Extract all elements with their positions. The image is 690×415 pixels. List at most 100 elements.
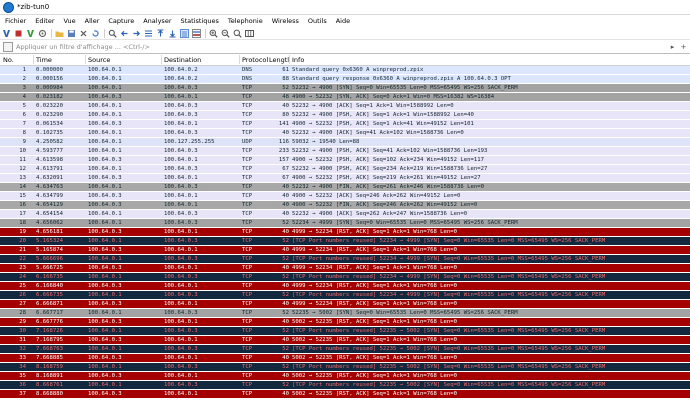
apply-filter-arrow-icon[interactable]: ▸ bbox=[668, 43, 677, 52]
menu-capture[interactable]: Capture bbox=[103, 17, 138, 25]
packet-info: 52232 → 4900 [PSH, ACK] Seq=1 Ack=1 Win=… bbox=[292, 112, 474, 118]
packet-row[interactable]: 20 5.165324 100.64.0.1 100.64.0.3 TCP 52 [TCP … bbox=[0, 237, 690, 245]
packet-row[interactable]: 18 4.656062 100.64.0.1 100.64.0.3 TCP 52 52234… bbox=[0, 219, 690, 227]
open-file-icon[interactable] bbox=[55, 29, 64, 38]
capture-options-icon[interactable] bbox=[38, 29, 47, 38]
packet-row[interactable]: 6 0.023290 100.64.0.1 100.64.0.3 TCP 80 52232 … bbox=[0, 111, 690, 119]
column-header-length[interactable]: Lengtl bbox=[269, 56, 289, 64]
packet-source: 100.64.0.3 bbox=[88, 229, 122, 235]
stop-capture-icon[interactable] bbox=[14, 29, 23, 38]
menu-wireless[interactable]: Wireless bbox=[267, 17, 303, 25]
save-file-icon[interactable] bbox=[67, 29, 76, 38]
menu-outils[interactable]: Outils bbox=[303, 17, 331, 25]
packet-row[interactable]: 21 5.165874 100.64.0.3 100.64.0.1 TCP 40 4999 … bbox=[0, 246, 690, 254]
menu-aller[interactable]: Aller bbox=[80, 17, 104, 25]
packet-row[interactable]: 36 8.668761 100.64.0.1 100.64.0.3 TCP 52 [TCP … bbox=[0, 381, 690, 389]
add-filter-button-icon[interactable]: + bbox=[679, 43, 688, 52]
packet-row[interactable]: 30 7.168726 100.64.0.1 100.64.0.3 TCP 52 [TCP … bbox=[0, 327, 690, 335]
colorize-icon[interactable] bbox=[192, 29, 201, 38]
packet-row[interactable]: 32 7.668763 100.64.0.1 100.64.0.3 TCP 52 [TCP … bbox=[0, 345, 690, 353]
packet-row[interactable]: 37 8.668880 100.64.0.3 100.64.0.1 TCP 40 5002 … bbox=[0, 390, 690, 398]
menu-fichier[interactable]: Fichier bbox=[0, 17, 30, 25]
packet-row[interactable]: 1 0.000000 100.64.0.1 100.64.0.2 DNS 61 Standa… bbox=[0, 66, 690, 74]
packet-time: 4.593777 bbox=[36, 148, 63, 154]
packet-row[interactable]: 10 4.593777 100.64.0.1 100.64.0.3 TCP 233 5223… bbox=[0, 147, 690, 155]
find-packet-icon[interactable] bbox=[108, 29, 117, 38]
packet-row[interactable]: 13 4.632091 100.64.0.3 100.64.0.1 TCP 67 4900 … bbox=[0, 174, 690, 182]
packet-row[interactable]: 16 4.654129 100.64.0.3 100.64.0.1 TCP 40 4900 … bbox=[0, 201, 690, 209]
packet-row[interactable]: 26 6.666735 100.64.0.1 100.64.0.3 TCP 52 [TCP … bbox=[0, 291, 690, 299]
packet-length: 141 bbox=[278, 121, 289, 127]
packet-row[interactable]: 4 0.023182 100.64.0.3 100.64.0.1 TCP 48 4900 →… bbox=[0, 93, 690, 101]
resize-columns-icon[interactable] bbox=[245, 29, 254, 38]
packet-info: [TCP Port numbers reused] 52234 → 4999 [… bbox=[292, 274, 606, 280]
start-capture-icon[interactable] bbox=[2, 29, 11, 38]
packet-row[interactable]: 7 0.061534 100.64.0.3 100.64.0.1 TCP 141 4900 … bbox=[0, 120, 690, 128]
go-forward-icon[interactable] bbox=[132, 29, 141, 38]
column-header-no[interactable]: No. bbox=[3, 56, 14, 64]
packet-row[interactable]: 25 6.166840 100.64.0.3 100.64.0.1 TCP 40 4999 … bbox=[0, 282, 690, 290]
column-header-protocol[interactable]: Protocol bbox=[242, 56, 268, 64]
packet-row[interactable]: 23 5.666725 100.64.0.3 100.64.0.1 TCP 40 4999 … bbox=[0, 264, 690, 272]
restart-capture-icon[interactable] bbox=[26, 29, 35, 38]
packet-source: 100.64.0.1 bbox=[88, 184, 122, 190]
first-packet-icon[interactable] bbox=[156, 29, 165, 38]
packet-row[interactable]: 35 8.168891 100.64.0.3 100.64.0.1 TCP 40 5002 … bbox=[0, 372, 690, 380]
packet-time: 7.168726 bbox=[36, 328, 63, 334]
packet-row[interactable]: 17 4.654154 100.64.0.1 100.64.0.3 TCP 40 52232… bbox=[0, 210, 690, 218]
packet-destination: 100.64.0.3 bbox=[164, 292, 198, 298]
packet-row[interactable]: 11 4.613598 100.64.0.3 100.64.0.1 TCP 157 4900… bbox=[0, 156, 690, 164]
column-header-time[interactable]: Time bbox=[36, 56, 52, 64]
column-divider[interactable] bbox=[85, 55, 86, 64]
display-filter-input[interactable] bbox=[13, 42, 668, 52]
packet-row[interactable]: 2 0.000156 100.64.0.1 100.64.0.2 DNS 88 Standa… bbox=[0, 75, 690, 83]
menu-analyser[interactable]: Analyser bbox=[138, 17, 175, 25]
column-header-info[interactable]: Info bbox=[292, 56, 304, 64]
go-back-icon[interactable] bbox=[120, 29, 129, 38]
menu-editer[interactable]: Editer bbox=[30, 17, 58, 25]
column-header-destination[interactable]: Destination bbox=[164, 56, 201, 64]
zoom-out-icon[interactable] bbox=[221, 29, 230, 38]
packet-row[interactable]: 24 6.166735 100.64.0.1 100.64.0.3 TCP 52 [TCP … bbox=[0, 273, 690, 281]
packet-row[interactable]: 9 4.250582 100.64.0.1 100.127.255.255 UDP 116… bbox=[0, 138, 690, 146]
column-divider[interactable] bbox=[289, 55, 290, 64]
packet-length: 40 bbox=[282, 184, 289, 190]
packet-destination: 100.64.0.2 bbox=[164, 76, 198, 82]
last-packet-icon[interactable] bbox=[168, 29, 177, 38]
menu-vue[interactable]: Vue bbox=[59, 17, 80, 25]
packet-row[interactable]: 8 0.102735 100.64.0.1 100.64.0.3 TCP 40 52232 … bbox=[0, 129, 690, 137]
packet-row[interactable]: 14 4.634763 100.64.0.1 100.64.0.3 TCP 40 52232… bbox=[0, 183, 690, 191]
close-file-icon[interactable] bbox=[79, 29, 88, 38]
packet-row[interactable]: 28 6.667717 100.64.0.1 100.64.0.3 TCP 52 52235… bbox=[0, 309, 690, 317]
menu-aide[interactable]: Aide bbox=[331, 17, 354, 25]
packet-row[interactable]: 22 5.666696 100.64.0.1 100.64.0.3 TCP 52 [TCP … bbox=[0, 255, 690, 263]
column-divider[interactable] bbox=[239, 55, 240, 64]
bookmark-icon[interactable] bbox=[3, 42, 13, 52]
packet-row[interactable]: 27 6.666871 100.64.0.3 100.64.0.1 TCP 40 4999 … bbox=[0, 300, 690, 308]
menu-telephonie[interactable]: Telephonie bbox=[223, 17, 267, 25]
menu-statistiques[interactable]: Statistiques bbox=[176, 17, 223, 25]
packet-info: 4999 → 52234 [RST, ACK] Seq=1 Ack=1 Win=… bbox=[292, 283, 458, 289]
packet-list[interactable]: 1 0.000000 100.64.0.1 100.64.0.2 DNS 61 Standa… bbox=[0, 66, 690, 415]
packet-row[interactable]: 33 7.668885 100.64.0.3 100.64.0.1 TCP 40 5002 … bbox=[0, 354, 690, 362]
packet-time: 5.165324 bbox=[36, 238, 63, 244]
packet-row[interactable]: 12 4.613791 100.64.0.1 100.64.0.3 TCP 67 52232… bbox=[0, 165, 690, 173]
column-divider[interactable] bbox=[33, 55, 34, 64]
packet-source: 100.64.0.1 bbox=[88, 382, 122, 388]
packet-source: 100.64.0.3 bbox=[88, 337, 122, 343]
packet-row[interactable]: 34 8.168759 100.64.0.1 100.64.0.3 TCP 52 [TCP … bbox=[0, 363, 690, 371]
packet-row[interactable]: 15 4.634799 100.64.0.3 100.64.0.1 TCP 40 4900 … bbox=[0, 192, 690, 200]
packet-row[interactable]: 5 0.023220 100.64.0.1 100.64.0.3 TCP 40 52232 … bbox=[0, 102, 690, 110]
packet-row[interactable]: 29 6.667776 100.64.0.3 100.64.0.1 TCP 40 5002 … bbox=[0, 318, 690, 326]
zoom-in-icon[interactable] bbox=[209, 29, 218, 38]
go-to-packet-icon[interactable] bbox=[144, 29, 153, 38]
packet-row[interactable]: 19 4.656181 100.64.0.3 100.64.0.1 TCP 40 4999 … bbox=[0, 228, 690, 236]
zoom-reset-icon[interactable] bbox=[233, 29, 242, 38]
packet-row[interactable]: 3 0.000984 100.64.0.1 100.64.0.3 TCP 52 52232 … bbox=[0, 84, 690, 92]
autoscroll-icon[interactable] bbox=[180, 29, 189, 38]
reload-file-icon[interactable] bbox=[91, 29, 100, 38]
packet-row[interactable]: 31 7.168795 100.64.0.3 100.64.0.1 TCP 40 5002 … bbox=[0, 336, 690, 344]
column-divider[interactable] bbox=[161, 55, 162, 64]
packet-time: 4.634799 bbox=[36, 193, 63, 199]
column-header-source[interactable]: Source bbox=[88, 56, 110, 64]
